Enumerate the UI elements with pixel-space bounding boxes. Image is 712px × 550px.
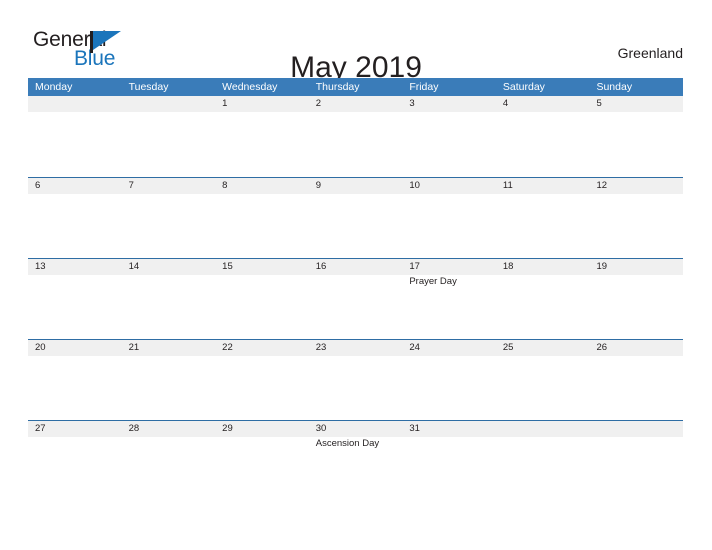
day-cell[interactable]: 29 [215, 421, 309, 501]
day-cell[interactable]: 2 [308, 96, 403, 177]
day-band [308, 96, 403, 112]
day-cell[interactable]: 30 Ascension Day [308, 421, 403, 501]
day-band [215, 96, 309, 112]
calendar-week-row: 27 28 29 30 Ascension Day 31 [28, 420, 684, 501]
day-number: 8 [222, 180, 228, 191]
day-cell[interactable]: 16 [308, 259, 403, 339]
day-cell[interactable] [121, 96, 216, 177]
day-cell[interactable]: 31 [402, 421, 496, 501]
day-number: 4 [502, 98, 509, 109]
weekday-header-saturday: Saturday [502, 81, 545, 93]
day-event: Ascension Day [315, 438, 380, 449]
calendar-week-row: 20 21 22 23 24 25 26 [28, 339, 684, 420]
day-number: 31 [409, 423, 420, 434]
day-band [495, 421, 590, 437]
day-number: 17 [409, 261, 420, 272]
day-cell[interactable]: 12 [589, 178, 684, 258]
day-number: 19 [596, 261, 608, 272]
day-cell[interactable]: 8 [215, 178, 309, 258]
day-number: 11 [502, 180, 513, 191]
day-number: 14 [128, 261, 140, 272]
weekday-header-wednesday: Wednesday [222, 81, 278, 93]
weekday-header-thursday: Thursday [315, 81, 360, 93]
day-number: 6 [35, 180, 41, 191]
day-number: 2 [315, 98, 322, 109]
day-cell[interactable]: 23 [308, 340, 403, 420]
day-event: Prayer Day [409, 276, 457, 287]
day-cell[interactable]: 6 [28, 178, 122, 258]
day-cell[interactable]: 3 [402, 96, 496, 177]
weekday-header-row: Monday Tuesday Wednesday Thursday Friday… [28, 78, 683, 96]
day-cell[interactable]: 17 Prayer Day [402, 259, 496, 339]
day-number: 5 [596, 98, 602, 109]
day-band [402, 96, 496, 112]
day-number: 26 [596, 342, 608, 353]
day-number: 24 [409, 342, 420, 353]
day-cell[interactable]: 13 [28, 259, 122, 339]
day-band [121, 96, 216, 112]
weekday-header-friday: Friday [409, 81, 439, 93]
day-cell[interactable]: 22 [215, 340, 309, 420]
day-cell[interactable]: 7 [121, 178, 216, 258]
day-cell[interactable]: 25 [495, 340, 590, 420]
page-header: General Blue May 2019 Greenland [0, 0, 712, 85]
day-cell[interactable] [28, 96, 122, 177]
calendar-grid: Monday Tuesday Wednesday Thursday Friday… [28, 78, 684, 501]
day-cell[interactable]: 15 [215, 259, 309, 339]
day-number: 12 [596, 180, 608, 191]
weekday-header-sunday: Sunday [596, 81, 633, 93]
day-number: 25 [502, 342, 514, 353]
day-number: 16 [315, 261, 327, 272]
day-band [495, 96, 590, 112]
calendar-week-row: 1 2 3 4 5 [28, 96, 684, 177]
day-number: 22 [222, 342, 233, 353]
day-cell[interactable]: 1 [215, 96, 309, 177]
location-label: Greenland [617, 45, 683, 61]
day-band [121, 178, 216, 194]
day-number: 30 [315, 423, 327, 434]
day-cell[interactable]: 5 [589, 96, 684, 177]
calendar-week-row: 6 7 8 9 10 11 12 [28, 177, 684, 258]
day-number: 3 [409, 98, 415, 109]
day-number: 27 [35, 423, 46, 434]
day-number: 7 [128, 180, 134, 191]
day-cell[interactable]: 10 [402, 178, 496, 258]
day-cell[interactable]: 24 [402, 340, 496, 420]
day-cell[interactable]: 26 [589, 340, 684, 420]
day-number: 13 [35, 261, 46, 272]
day-band [28, 96, 122, 112]
day-number: 29 [222, 423, 233, 434]
day-number: 21 [128, 342, 140, 353]
day-cell[interactable]: 19 [589, 259, 684, 339]
day-cell[interactable]: 27 [28, 421, 122, 501]
day-cell[interactable]: 28 [121, 421, 216, 501]
day-cell[interactable]: 18 [495, 259, 590, 339]
day-band [589, 96, 684, 112]
day-number: 15 [222, 261, 233, 272]
day-cell[interactable] [495, 421, 590, 501]
day-band [589, 421, 684, 437]
day-cell[interactable]: 11 [495, 178, 590, 258]
weekday-header-tuesday: Tuesday [128, 81, 169, 93]
day-number: 9 [315, 180, 322, 191]
day-number: 18 [502, 261, 514, 272]
day-number: 28 [128, 423, 140, 434]
day-band [28, 178, 122, 194]
day-cell[interactable]: 20 [28, 340, 122, 420]
day-band [308, 178, 403, 194]
day-cell[interactable]: 14 [121, 259, 216, 339]
day-cell[interactable] [589, 421, 684, 501]
day-number: 1 [222, 98, 228, 109]
day-number: 10 [409, 180, 420, 191]
day-cell[interactable]: 4 [495, 96, 590, 177]
day-number: 20 [35, 342, 46, 353]
day-cell[interactable]: 21 [121, 340, 216, 420]
calendar-week-row: 13 14 15 16 17 Prayer Day 18 19 [28, 258, 684, 339]
day-band [215, 178, 309, 194]
day-number: 23 [315, 342, 327, 353]
weekday-header-monday: Monday [35, 81, 73, 93]
day-cell[interactable]: 9 [308, 178, 403, 258]
